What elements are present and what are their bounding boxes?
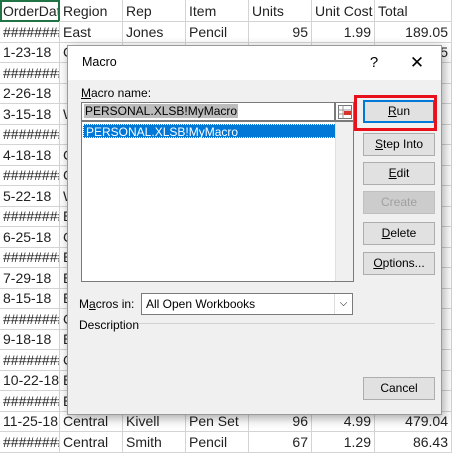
macros-in-label: Macros in: [79,297,135,311]
table-cell[interactable]: 4-18-18 [0,143,60,166]
table-cell[interactable]: ######### [0,20,60,43]
table-cell[interactable]: ######### [0,307,60,330]
table-cell[interactable]: 67 [249,430,312,453]
chevron-down-icon: ⌵ [334,294,352,314]
column-header[interactable]: Units [249,0,312,22]
table-cell[interactable]: 10-22-18 [0,369,60,391]
table-cell[interactable]: 6-25-18 [0,225,60,248]
table-cell[interactable]: 3-15-18 [0,102,60,125]
table-cell[interactable]: 2-26-18 [0,82,60,104]
macros-in-value: All Open Workbooks [146,297,256,311]
table-cell[interactable]: 86.43 [375,430,452,453]
table-cell[interactable]: ######### [0,348,60,371]
dialog-titlebar: Macro ? ✕ [68,46,441,80]
column-header[interactable]: Region [60,0,123,22]
macros-in-select[interactable]: All Open Workbooks ⌵ [141,293,353,315]
table-cell[interactable]: Jones [123,20,186,43]
collapse-dialog-button[interactable] [335,102,354,121]
table-row: #########EastJonesPencil951.99189.05 [0,20,452,43]
edit-button[interactable]: Edit [363,162,435,185]
step-into-button[interactable]: Step Into [363,133,435,156]
table-cell[interactable]: 1.29 [312,430,375,453]
column-header[interactable]: Rep [123,0,186,22]
table-cell[interactable]: Smith [123,430,186,453]
dialog-title: Macro [82,55,117,69]
macro-list-item[interactable]: PERSONAL.XLSB!MyMacro [83,124,336,139]
table-cell[interactable]: 9-18-18 [0,328,60,350]
table-cell[interactable]: East [60,20,123,43]
close-icon[interactable]: ✕ [406,52,428,74]
macro-name-value: PERSONAL.XLSB!MyMacro [84,104,239,118]
table-cell[interactable]: ######### [0,430,60,453]
macro-dialog: Macro ? ✕ Macro name: PERSONAL.XLSB!MyMa… [67,45,442,415]
description-label: Description [79,318,140,332]
table-row: #########CentralSmithPencil671.2986.43 [0,430,452,453]
help-icon[interactable]: ? [363,52,385,74]
create-button: Create [363,191,435,214]
range-selector-icon [338,105,352,119]
macro-list[interactable]: PERSONAL.XLSB!MyMacro [81,121,354,282]
table-cell[interactable]: Pencil [186,430,249,453]
table-cell[interactable]: ######### [0,123,60,145]
macro-name-input[interactable]: PERSONAL.XLSB!MyMacro [81,102,335,121]
column-header[interactable]: OrderDate [0,0,60,22]
table-cell[interactable]: 1-23-18 [0,41,60,63]
table-cell[interactable]: 95 [249,20,312,43]
header-row: OrderDateRegionRepItemUnitsUnit CostTota… [0,0,452,22]
table-cell[interactable]: ######### [0,164,60,186]
table-cell[interactable]: Pencil [186,20,249,43]
table-cell[interactable]: ######### [0,61,60,84]
table-cell[interactable]: ######### [0,246,60,268]
table-cell[interactable]: Central [60,430,123,453]
delete-button[interactable]: Delete [363,222,435,245]
table-cell[interactable]: ######### [0,205,60,227]
column-header[interactable]: Total [375,0,452,22]
table-cell[interactable]: 7-29-18 [0,266,60,289]
run-button-highlight [354,95,437,131]
macro-name-label: Macro name: [81,86,152,100]
table-cell[interactable]: 189.05 [375,20,452,43]
table-cell[interactable]: 8-15-18 [0,287,60,309]
table-cell[interactable]: 5-22-18 [0,184,60,207]
macro-list-scrollbar[interactable] [335,122,353,281]
table-cell[interactable]: ######### [0,389,60,412]
options-button[interactable]: Options... [363,252,435,275]
cancel-button[interactable]: Cancel [363,377,435,400]
column-header[interactable]: Item [186,0,249,22]
column-header[interactable]: Unit Cost [312,0,375,22]
table-cell[interactable]: 1.99 [312,20,375,43]
description-divider [139,323,435,324]
